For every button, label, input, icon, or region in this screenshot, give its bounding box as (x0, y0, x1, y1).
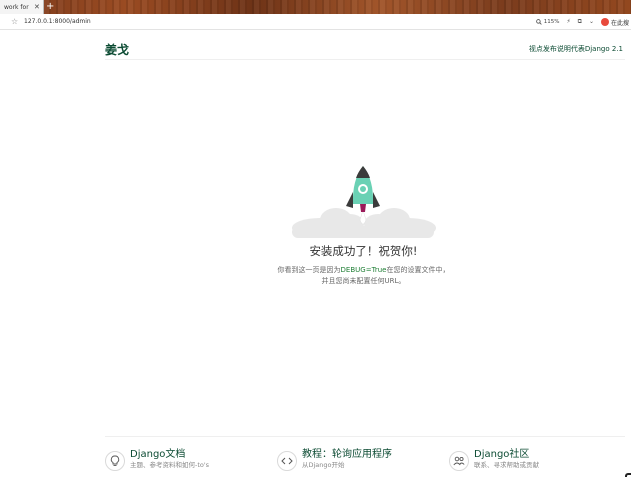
success-description: 你看到这一页是因为DEBUG=True在您的设置文件中， 并且您尚未配置任何UR… (0, 265, 631, 287)
desc-part-1: 你看到这一页是因为 (277, 266, 341, 274)
page-footer: Django文档 主题、参考资料和如何-to's 教程：轮询应用程序 从Djan… (105, 436, 625, 477)
chevron-down-icon[interactable]: ⌄ (589, 19, 594, 25)
rocket-illustration (290, 162, 436, 242)
zoom-level: 115% (543, 19, 560, 25)
people-icon (449, 451, 469, 471)
footer-item-community[interactable]: Django社区 联系、寻求帮助或贡献 (449, 449, 539, 471)
footer-community-title[interactable]: Django社区 (474, 449, 539, 461)
release-prefix: 视点 (528, 45, 543, 53)
footer-item-docs[interactable]: Django文档 主题、参考资料和如何-to's (105, 449, 209, 471)
address-bar-tools: 115% ⚡ ⧉ ⌄ 在此搜 (535, 16, 629, 28)
desc-part-2: 在您的设置文件中， (386, 266, 450, 274)
magnifier-icon (535, 19, 542, 25)
debug-setting: DEBUG=True (340, 266, 387, 274)
search-extension[interactable]: 在此搜 (600, 18, 629, 27)
zoom-indicator[interactable]: 115% (535, 19, 560, 25)
extension-label: 在此搜 (610, 19, 629, 27)
footer-docs-subtitle: 主题、参考资料和如何-to's (130, 461, 210, 469)
footer-tutorial-title[interactable]: 教程：轮询应用程序 (302, 449, 392, 461)
release-notes-link[interactable]: 发布说明 (543, 45, 571, 53)
release-suffix: 代表Django 2.1 (570, 45, 623, 53)
release-notes: 视点发布说明代表Django 2.1 (529, 44, 623, 54)
share-icon[interactable]: ⧉ (578, 19, 582, 25)
browser-tab[interactable]: work for ✕ (0, 0, 44, 14)
rocket-icon (292, 166, 436, 238)
footer-item-tutorial[interactable]: 教程：轮询应用程序 从Django开始 (277, 449, 392, 471)
address-bar: ☆ 127.0.0.1:8000/admin 115% ⚡ ⧉ ⌄ 在此搜 (0, 14, 631, 30)
page-brand[interactable]: 姜戈 (105, 41, 129, 58)
page-header: 姜戈 视点发布说明代表Django 2.1 (105, 40, 625, 60)
corner-artifact (625, 473, 631, 477)
tab-close-icon[interactable]: ✕ (34, 3, 40, 11)
desc-line-2: 并且您尚未配置任何URL。 (321, 277, 406, 285)
url-input[interactable]: 127.0.0.1:8000/admin (24, 17, 91, 27)
footer-tutorial-subtitle: 从Django开始 (302, 461, 345, 469)
success-title: 安装成功了！祝贺你! (309, 244, 418, 258)
lightning-icon[interactable]: ⚡ (566, 19, 570, 25)
footer-docs-title[interactable]: Django文档 (130, 449, 209, 461)
tab-title: work for (4, 3, 29, 11)
bookmark-star-icon[interactable]: ☆ (11, 17, 18, 27)
footer-community-subtitle: 联系、寻求帮助或贡献 (474, 461, 539, 469)
code-icon (277, 451, 297, 471)
new-tab-button[interactable]: + (46, 1, 54, 13)
lightbulb-icon (105, 451, 125, 471)
browser-tab-strip: work for ✕ + (0, 0, 631, 14)
extension-badge-icon (600, 18, 609, 26)
